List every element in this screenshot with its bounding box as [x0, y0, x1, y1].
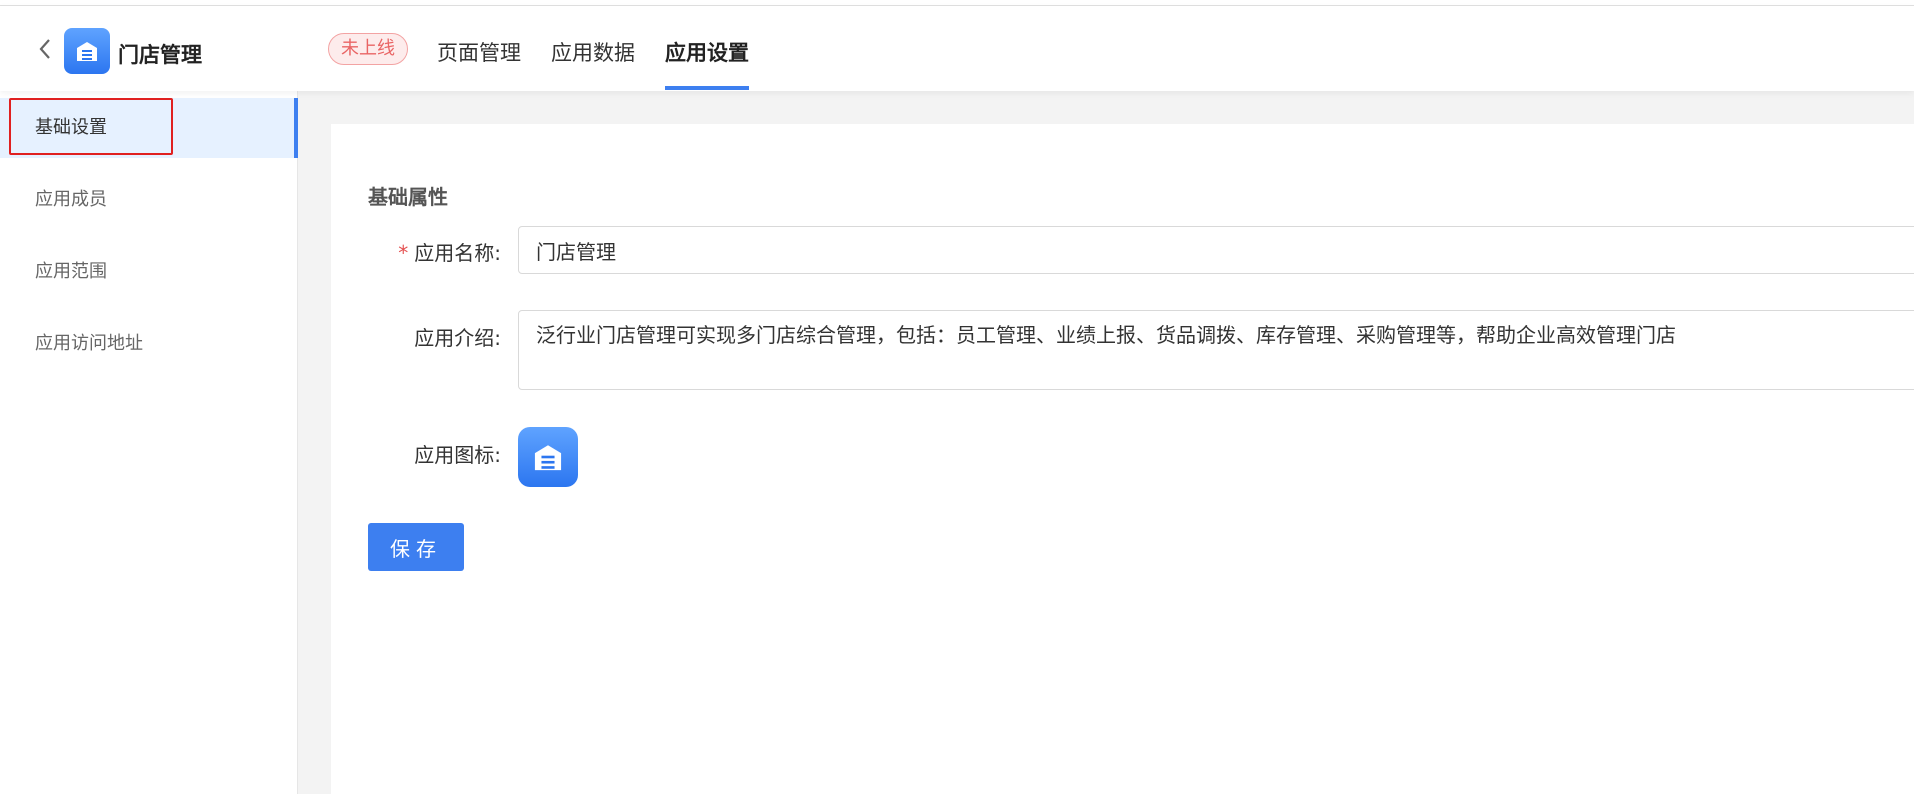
sidebar-item-basic-settings[interactable]: 基础设置 [0, 98, 298, 158]
app-icon-picker[interactable] [518, 427, 578, 487]
active-tab-indicator [665, 86, 749, 90]
sidebar-item-app-scope[interactable]: 应用范围 [0, 242, 298, 302]
app-name-label: * 应用名称: [398, 241, 501, 265]
settings-content: 基础属性 *应用名称: 应用介绍: 泛行业门店管理可实现多门店综合管理，包括：员… [331, 124, 1914, 794]
store-app-icon [64, 28, 110, 74]
sidebar-item-access-url[interactable]: 应用访问地址 [0, 314, 298, 374]
store-icon [534, 445, 562, 471]
app-title: 门店管理 [118, 43, 202, 67]
settings-sidebar: 基础设置 应用成员 应用范围 应用访问地址 [0, 91, 298, 794]
save-button[interactable]: 保存 [368, 523, 464, 571]
app-icon-label: 应用图标: [414, 443, 501, 467]
sidebar-item-app-members[interactable]: 应用成员 [0, 170, 298, 230]
required-asterisk: * [398, 241, 409, 265]
section-title: 基础属性 [368, 185, 448, 209]
app-intro-label: 应用介绍: [414, 326, 501, 350]
app-name-input[interactable] [518, 226, 1914, 274]
back-arrow-icon[interactable] [36, 36, 56, 62]
tab-app-data[interactable]: 应用数据 [551, 37, 635, 67]
app-header: 门店管理 未上线 页面管理 应用数据 应用设置 [0, 6, 1914, 91]
status-badge: 未上线 [328, 33, 408, 65]
tab-app-settings[interactable]: 应用设置 [665, 37, 749, 67]
app-intro-textarea[interactable]: 泛行业门店管理可实现多门店综合管理，包括：员工管理、业绩上报、货品调拨、库存管理… [518, 310, 1914, 390]
tab-page-management[interactable]: 页面管理 [437, 37, 521, 67]
